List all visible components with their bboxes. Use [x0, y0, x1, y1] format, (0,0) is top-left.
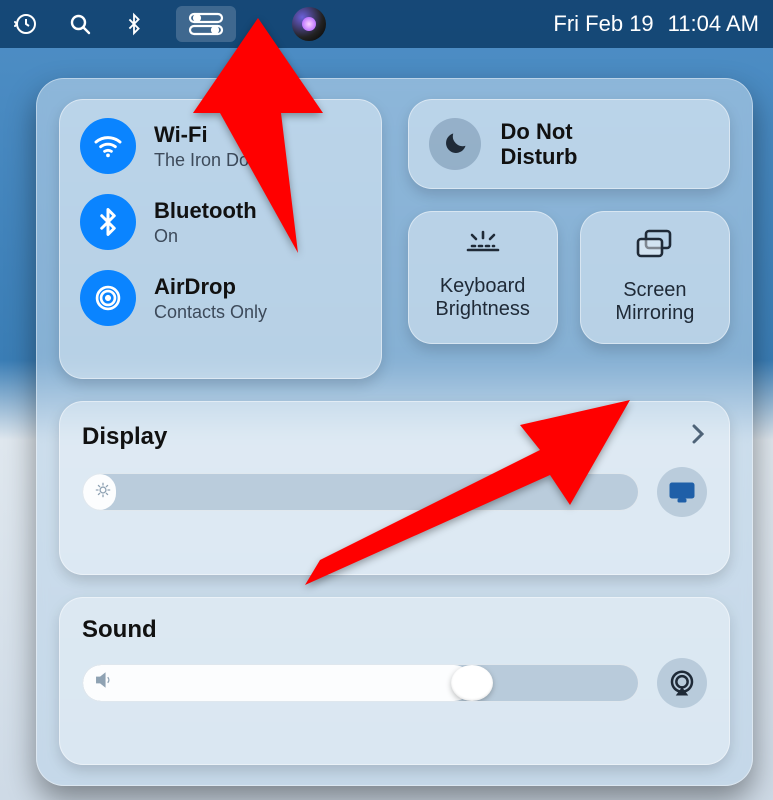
bluetooth-subtitle: On: [154, 226, 257, 247]
display-device-button[interactable]: [657, 467, 707, 517]
airplay-audio-button[interactable]: [657, 658, 707, 708]
volume-icon: [93, 669, 115, 696]
airdrop-icon[interactable]: [80, 270, 136, 326]
display-tile[interactable]: Display: [59, 401, 730, 574]
menu-bar-date: Fri Feb 19: [553, 11, 653, 37]
time-machine-icon[interactable]: [14, 12, 38, 36]
airdrop-row[interactable]: AirDrop Contacts Only: [80, 270, 361, 326]
spotlight-search-icon[interactable]: [68, 12, 92, 36]
keyboard-brightness-label: Keyboard Brightness: [435, 275, 530, 321]
wifi-icon[interactable]: [80, 118, 136, 174]
control-center-panel: Wi-Fi The Iron Dome Bluetooth On: [36, 78, 753, 786]
screen-mirroring-label: Screen Mirroring: [615, 279, 694, 325]
control-center-menu-icon[interactable]: [176, 6, 236, 42]
bluetooth-row[interactable]: Bluetooth On: [80, 194, 361, 250]
chevron-right-icon[interactable]: [689, 420, 707, 453]
wifi-subtitle: The Iron Dome: [154, 150, 274, 171]
bluetooth-menu-icon[interactable]: [122, 12, 146, 36]
right-column: Do Not Disturb Keyboard Brightness: [408, 99, 731, 379]
siri-icon[interactable]: [292, 7, 326, 41]
sound-title: Sound: [82, 616, 157, 644]
keyboard-brightness-tile[interactable]: Keyboard Brightness: [408, 211, 558, 344]
airdrop-title: AirDrop: [154, 274, 267, 300]
keyboard-brightness-icon: [462, 228, 504, 263]
sound-slider[interactable]: [82, 664, 639, 702]
moon-icon: [429, 118, 481, 170]
screen-mirroring-tile[interactable]: Screen Mirroring: [580, 211, 730, 344]
screen-mirroring-icon: [633, 228, 677, 267]
wifi-title: Wi-Fi: [154, 122, 274, 148]
connectivity-tile[interactable]: Wi-Fi The Iron Dome Bluetooth On: [59, 99, 382, 379]
sound-tile[interactable]: Sound: [59, 597, 730, 765]
brightness-low-icon: [93, 480, 113, 505]
display-title: Display: [82, 423, 167, 451]
menu-bar-status-icons: [14, 6, 326, 42]
display-slider[interactable]: [82, 473, 639, 511]
airdrop-subtitle: Contacts Only: [154, 302, 267, 323]
menu-bar-time: 11:04 AM: [668, 11, 759, 37]
menu-bar-datetime[interactable]: Fri Feb 19 11:04 AM: [553, 11, 759, 37]
bluetooth-icon[interactable]: [80, 194, 136, 250]
bluetooth-title: Bluetooth: [154, 198, 257, 224]
wifi-row[interactable]: Wi-Fi The Iron Dome: [80, 118, 361, 174]
menu-bar: Fri Feb 19 11:04 AM: [0, 0, 773, 48]
do-not-disturb-tile[interactable]: Do Not Disturb: [408, 99, 731, 189]
dnd-title: Do Not Disturb: [501, 119, 578, 170]
